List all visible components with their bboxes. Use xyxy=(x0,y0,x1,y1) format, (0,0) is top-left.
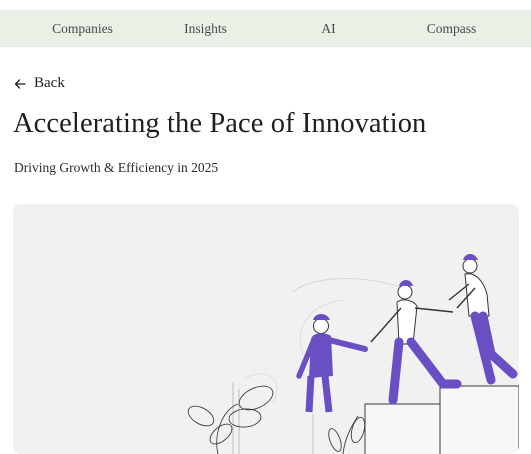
back-link[interactable]: Back xyxy=(14,73,65,93)
nav-item-insights[interactable]: Insights xyxy=(144,21,267,37)
nav-item-companies[interactable]: Companies xyxy=(21,21,144,37)
top-navigation: Companies Insights AI Compass xyxy=(0,11,531,47)
arrow-left-icon xyxy=(14,77,26,89)
page-subtitle: Driving Growth & Efficiency in 2025 xyxy=(14,160,219,175)
people-helping-climb-illustration xyxy=(187,254,519,454)
page-title: Accelerating the Pace of Innovation xyxy=(13,108,427,139)
nav-item-ai[interactable]: AI xyxy=(267,21,390,37)
hero-illustration xyxy=(13,204,519,454)
back-label: Back xyxy=(34,74,65,91)
nav-item-compass[interactable]: Compass xyxy=(390,21,513,37)
top-strip xyxy=(0,0,531,11)
